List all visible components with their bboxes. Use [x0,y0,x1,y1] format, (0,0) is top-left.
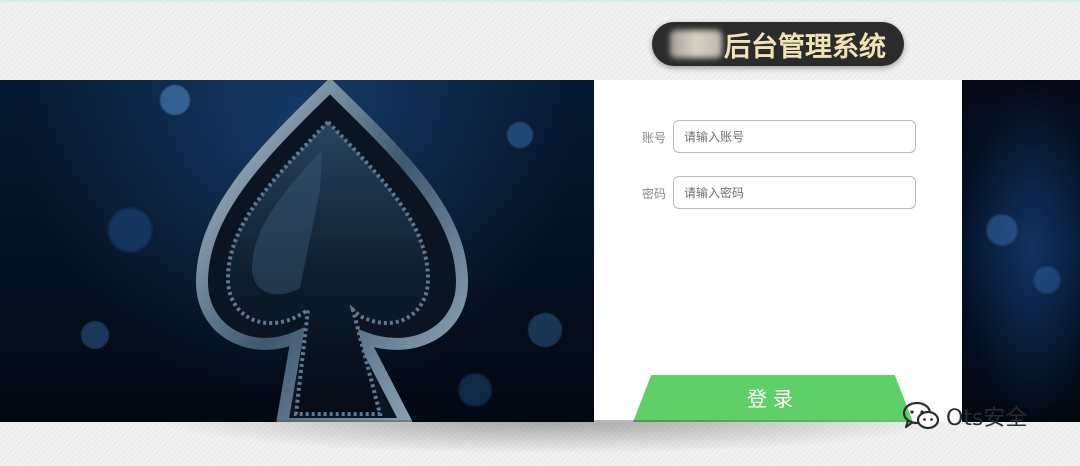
watermark: Ots安全 [902,400,1027,432]
page-title: 后台管理系统 [724,31,886,63]
login-panel: 账号 密码 登录 [594,80,962,422]
redacted-brand-mark [670,30,722,58]
account-label: 账号 [642,131,667,145]
account-input[interactable] [673,120,916,153]
password-label: 密码 [642,187,667,201]
spade-icon [195,80,469,422]
login-button[interactable]: 登录 [628,375,918,422]
password-input[interactable] [673,176,916,209]
banner-right-strip [962,80,1080,422]
banner-shadow [150,420,950,454]
top-divider [0,0,1080,2]
watermark-text: Ots安全 [946,406,1028,431]
hero-image [0,80,594,422]
site-title-badge: 后台管理系统 [652,22,904,66]
wechat-icon [902,401,940,430]
